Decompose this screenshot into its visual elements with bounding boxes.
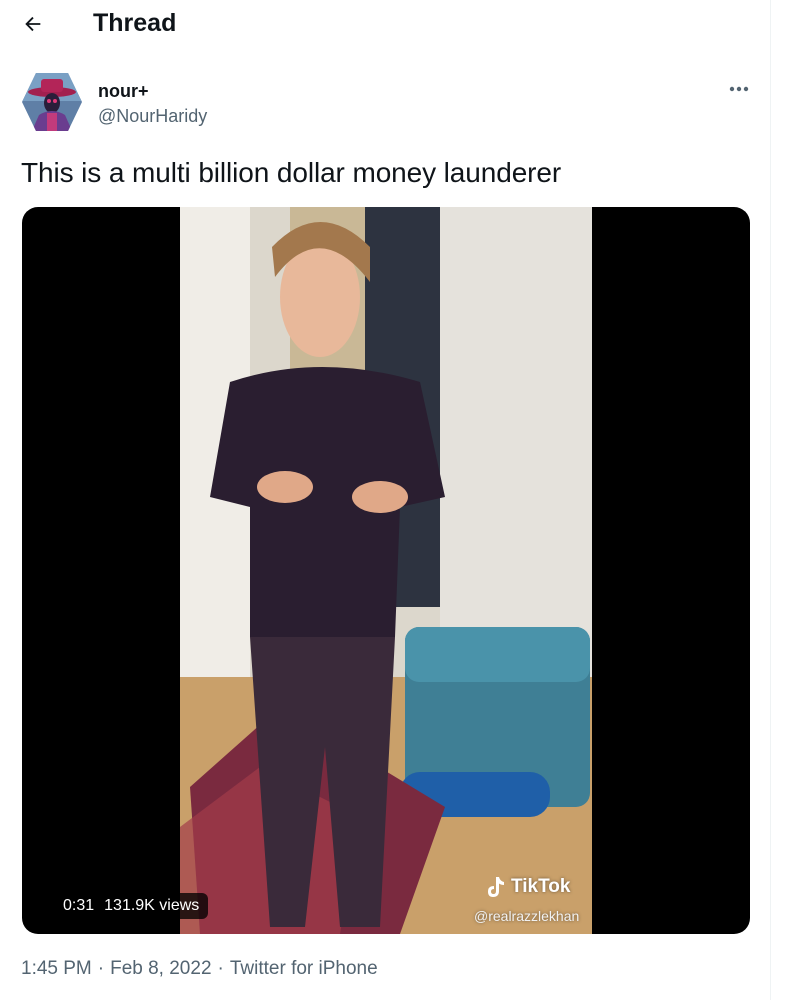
page-title: Thread xyxy=(93,9,177,37)
separator: · xyxy=(97,958,105,979)
video-meta-badge: 0:31 131.9K views xyxy=(54,893,209,919)
video-frame xyxy=(180,207,592,934)
tiktok-handle: @realrazzlekhan xyxy=(474,908,580,924)
tiktok-brand: TikTok xyxy=(511,876,571,897)
tweet-date[interactable]: Feb 8, 2022 xyxy=(110,957,211,981)
tweet-time[interactable]: 1:45 PM xyxy=(21,957,92,981)
tweet-source[interactable]: Twitter for iPhone xyxy=(230,957,378,981)
video-player[interactable]: 0:31 131.9K views TikTok @realrazzlekhan xyxy=(22,207,750,934)
thread-header: Thread xyxy=(0,0,770,48)
tiktok-logo-icon xyxy=(488,877,504,897)
column-divider xyxy=(770,0,771,1000)
video-views: 131.9K views xyxy=(104,897,200,914)
avatar[interactable] xyxy=(21,71,83,133)
tweet-text: This is a multi billion dollar money lau… xyxy=(21,157,562,188)
arrow-left-icon xyxy=(25,16,41,32)
author-handle[interactable]: @NourHaridy xyxy=(98,105,207,127)
separator: · xyxy=(217,958,224,979)
author-name[interactable]: nour+ xyxy=(98,80,149,102)
tweet-timestamp: 1:45 PM · Feb 8, 2022 · Twitter for iPho… xyxy=(21,957,378,981)
back-button[interactable] xyxy=(14,5,52,43)
tiktok-watermark: TikTok xyxy=(484,875,570,899)
video-duration: 0:31 xyxy=(63,897,95,914)
more-horizontal-icon xyxy=(729,86,749,92)
more-button[interactable] xyxy=(722,76,756,102)
